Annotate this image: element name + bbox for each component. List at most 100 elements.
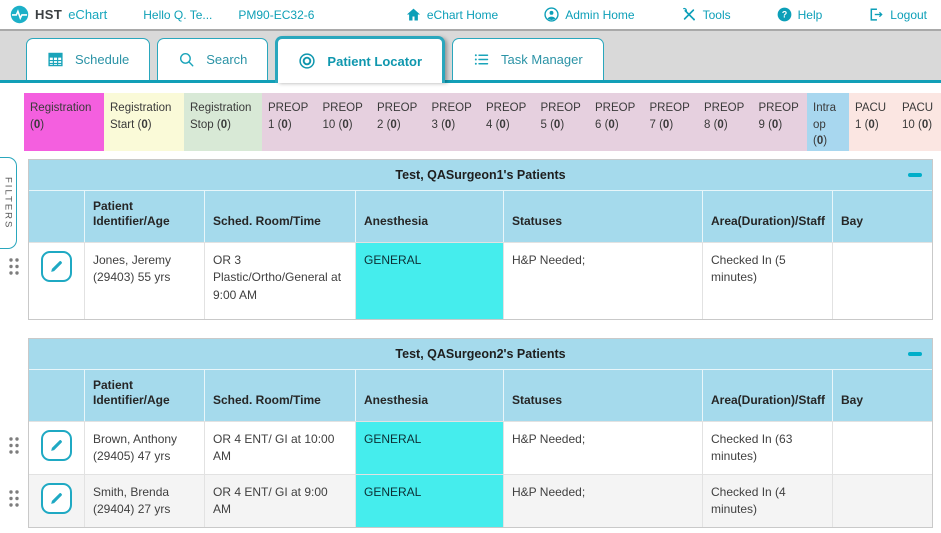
table-title: Test, QASurgeon2's Patients [395, 347, 565, 361]
tab-label: Search [206, 52, 247, 67]
filters-label: FILTERS [3, 177, 14, 229]
tab-label: Schedule [75, 52, 129, 67]
nav-tools[interactable]: Tools [681, 7, 731, 22]
header-cell-actions [29, 370, 85, 421]
row-actions-cell [29, 422, 85, 474]
header-cell-statuses: Statuses [504, 191, 703, 242]
status-chip-preop-7[interactable]: PREOP 7 (0) [644, 93, 699, 151]
table-header-row: Patient Identifier/Age Sched. Room/Time … [29, 369, 932, 421]
nav-label: Help [798, 8, 823, 22]
cell-bay [833, 475, 932, 527]
header-cell-anesthesia: Anesthesia [356, 370, 504, 421]
edit-pencil-icon[interactable] [41, 430, 72, 461]
status-chip-pacu-1[interactable]: PACU 1 (0) [849, 93, 896, 151]
header-cell-patient: Patient Identifier/Age [85, 370, 205, 421]
header-cell-actions [29, 191, 85, 242]
main-tab-bar: Schedule Search Patient Locator Task Man… [0, 31, 941, 83]
status-chip-preop-9[interactable]: PREOP 9 (0) [753, 93, 808, 151]
cell-patient[interactable]: Smith, Brenda (29404) 27 yrs [85, 475, 205, 527]
tab-task-manager[interactable]: Task Manager [452, 38, 604, 80]
tab-search[interactable]: Search [157, 38, 268, 80]
search-icon [178, 51, 195, 68]
status-chip-preop-4[interactable]: PREOP 4 (0) [480, 93, 535, 151]
patient-locator-content: FILTERS Test, QASurgeon1's Patients Pati… [0, 151, 941, 528]
task-list-icon [473, 51, 490, 68]
tab-label: Task Manager [501, 52, 583, 67]
status-chip-registration-stop[interactable]: Registration Stop (0) [184, 93, 262, 151]
filters-flyout-tab[interactable]: FILTERS [0, 157, 17, 249]
cell-anesthesia: GENERAL [356, 475, 504, 527]
cell-sched-room: OR 4 ENT/ GI at 9:00 AM [205, 475, 356, 527]
cell-bay [833, 422, 932, 474]
nav-admin-home[interactable]: Admin Home [544, 7, 634, 22]
row-actions-cell [29, 243, 85, 319]
cell-anesthesia: GENERAL [356, 243, 504, 319]
header-cell-room: Sched. Room/Time [205, 191, 356, 242]
table-title: Test, QASurgeon1's Patients [395, 168, 565, 182]
status-chip-preop-10[interactable]: PREOP 10 (0) [317, 93, 372, 151]
nav-help[interactable]: ? Help [777, 7, 823, 22]
table-row: Jones, Jeremy (29403) 55 yrs OR 3 Plasti… [29, 242, 932, 319]
tab-schedule[interactable]: Schedule [26, 38, 150, 80]
surgeon1-patients-table: Test, QASurgeon1's Patients Patient Iden… [28, 159, 933, 320]
status-chip-registration[interactable]: Registration (0) [24, 93, 104, 151]
drag-handle-icon[interactable] [8, 436, 20, 460]
header-cell-area: Area(Duration)/Staff [703, 370, 833, 421]
nav-label: Admin Home [565, 8, 634, 22]
cell-bay [833, 243, 932, 319]
status-chips: Registration (0)Registration Start (0)Re… [0, 83, 941, 151]
cell-area-duration: Checked In (63 minutes) [703, 422, 833, 474]
status-chip-intra-op[interactable]: Intra op (0) [807, 93, 849, 151]
header-cell-room: Sched. Room/Time [205, 370, 356, 421]
minus-icon[interactable] [908, 173, 922, 177]
edit-pencil-icon[interactable] [41, 483, 72, 514]
status-chip-preop-1[interactable]: PREOP 1 (0) [262, 93, 317, 151]
nav-echart-home[interactable]: eChart Home [406, 7, 498, 22]
header-cell-statuses: Statuses [504, 370, 703, 421]
header-cell-patient: Patient Identifier/Age [85, 191, 205, 242]
cell-patient[interactable]: Brown, Anthony (29405) 47 yrs [85, 422, 205, 474]
status-chip-pacu-10[interactable]: PACU 10 (0) [896, 93, 941, 151]
header-cell-bay: Bay [833, 191, 932, 242]
table-row: Smith, Brenda (29404) 27 yrs OR 4 ENT/ G… [29, 474, 932, 527]
user-greeting[interactable]: Hello Q. Te... [143, 8, 212, 22]
status-chip-preop-8[interactable]: PREOP 8 (0) [698, 93, 753, 151]
row-actions-cell [29, 475, 85, 527]
minus-icon[interactable] [908, 352, 922, 356]
header-cell-anesthesia: Anesthesia [356, 191, 504, 242]
app-logo: HST eChart [10, 5, 107, 24]
status-chip-preop-5[interactable]: PREOP 5 (0) [535, 93, 590, 151]
status-chip-preop-6[interactable]: PREOP 6 (0) [589, 93, 644, 151]
nav-logout[interactable]: Logout [868, 7, 927, 22]
table-title-bar: Test, QASurgeon1's Patients [29, 160, 932, 190]
svg-text:?: ? [781, 10, 786, 20]
header-cell-bay: Bay [833, 370, 932, 421]
edit-pencil-icon[interactable] [41, 251, 72, 282]
admin-person-icon [544, 7, 559, 22]
brand-echart: eChart [68, 7, 107, 22]
status-chip-preop-2[interactable]: PREOP 2 (0) [371, 93, 426, 151]
cell-sched-room: OR 4 ENT/ GI at 10:00 AM [205, 422, 356, 474]
top-nav: eChart Home Admin Home Tools ? Help Logo… [406, 7, 927, 22]
status-chip-registration-start[interactable]: Registration Start (0) [104, 93, 184, 151]
brand-hst: HST [35, 7, 62, 22]
schedule-grid-icon [47, 51, 64, 68]
surgeon2-patients-table: Test, QASurgeon2's Patients Patient Iden… [28, 338, 933, 528]
cell-statuses: H&P Needed; [504, 475, 703, 527]
cell-patient[interactable]: Jones, Jeremy (29403) 55 yrs [85, 243, 205, 319]
logout-icon [868, 7, 884, 22]
tab-label: Patient Locator [327, 54, 422, 69]
drag-handle-icon[interactable] [8, 257, 20, 281]
station-code: PM90-EC32-6 [238, 8, 314, 22]
drag-handle-icon[interactable] [8, 489, 20, 513]
table-row: Brown, Anthony (29405) 47 yrs OR 4 ENT/ … [29, 421, 932, 474]
nav-label: Logout [890, 8, 927, 22]
heartbeat-circle-icon [10, 5, 29, 24]
cell-sched-room: OR 3 Plastic/Ortho/General at 9:00 AM [205, 243, 356, 319]
cell-anesthesia: GENERAL [356, 422, 504, 474]
tab-patient-locator[interactable]: Patient Locator [275, 36, 445, 83]
home-icon [406, 7, 421, 22]
locator-target-icon [298, 52, 316, 70]
status-chip-preop-3[interactable]: PREOP 3 (0) [426, 93, 481, 151]
nav-label: Tools [703, 8, 731, 22]
